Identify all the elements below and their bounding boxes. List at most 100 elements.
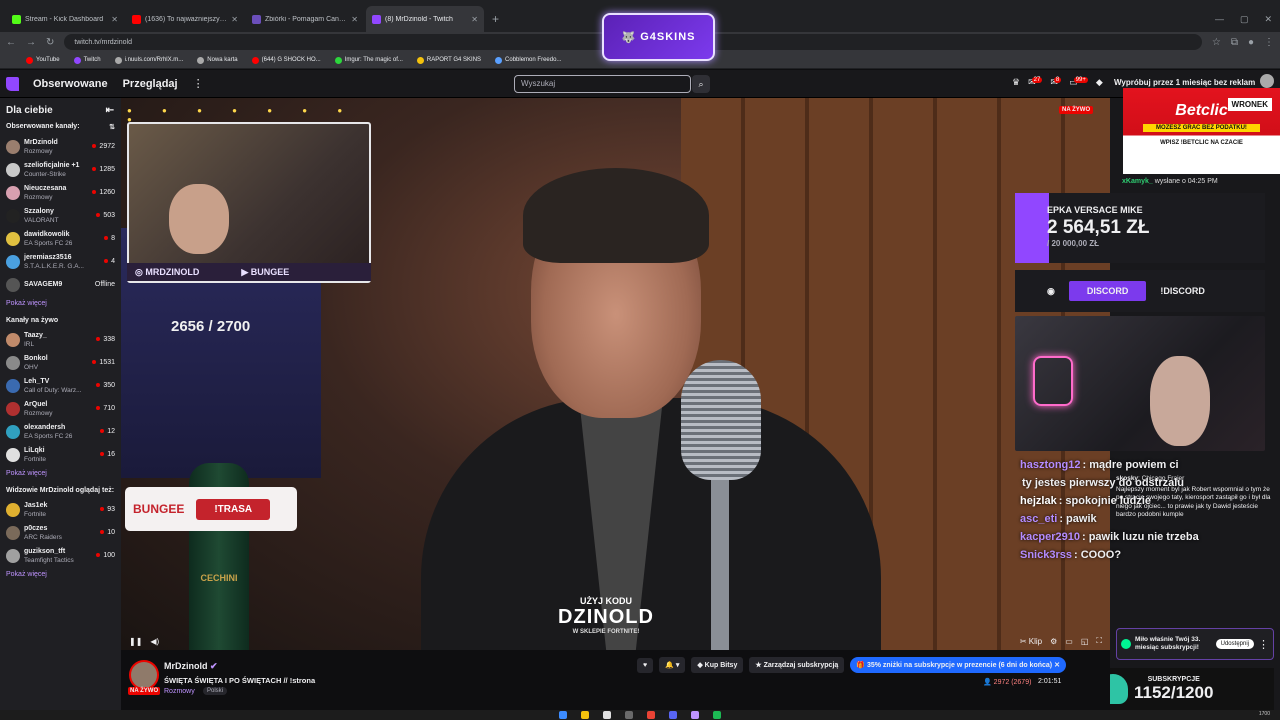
more-icon[interactable]: ⋮ <box>193 77 204 90</box>
sort-icon[interactable]: ⇅ <box>109 123 115 131</box>
close-icon[interactable]: ✕ <box>471 15 478 24</box>
browser-tab[interactable]: Zbiórki - Pomagam Cancer Figh✕ <box>246 6 364 32</box>
star-icon[interactable]: ☆ <box>1212 37 1221 48</box>
show-more-link[interactable]: Pokaż więcej <box>0 567 121 584</box>
show-more-link[interactable]: Pokaż więcej <box>0 466 121 483</box>
buy-bits-button[interactable]: ◆ Kup Bitsy <box>691 657 744 673</box>
forward-icon[interactable]: → <box>26 37 36 48</box>
browser-tab-active[interactable]: (8) MrDzinold - Twitch ✕ <box>366 6 484 32</box>
windows-icon[interactable] <box>559 711 567 719</box>
sidebar-channel[interactable]: p0czes ARC Raiders 10 <box>0 521 121 544</box>
pause-icon[interactable]: ❚❚ <box>129 637 142 646</box>
g4skins-logo: 🐺 G4SKINS <box>602 13 715 61</box>
sidebar-channel[interactable]: LiLqki Fortnite 16 <box>0 443 121 466</box>
chrome-icon[interactable] <box>647 711 655 719</box>
search-icon[interactable]: ⌕ <box>692 75 710 93</box>
pip-icon[interactable]: ◱ <box>1081 637 1089 646</box>
nav-browse[interactable]: Przeglądaj <box>123 78 178 90</box>
spotify-icon[interactable] <box>713 711 721 719</box>
notifications-icon[interactable]: ✉27 <box>1028 77 1043 88</box>
bookmark[interactable]: YouTube <box>26 56 60 64</box>
sidebar-channel[interactable]: Nieuczesana Rozmowy 1260 <box>0 181 121 204</box>
close-icon[interactable]: ✕ <box>231 15 238 24</box>
back-icon[interactable]: ← <box>6 37 16 48</box>
sidebar-channel[interactable]: jeremiasz3516 S.T.A.L.K.E.R. G.A... 4 <box>0 250 121 273</box>
close-window-icon[interactable]: ✕ <box>1264 14 1272 25</box>
volume-icon[interactable]: ◀) <box>150 637 159 646</box>
settings-icon[interactable]: ⚙ <box>1050 637 1057 646</box>
channel-name[interactable]: MrDzinold ✔ <box>164 661 218 672</box>
browser-tab[interactable]: (1636) To najważniejszy film w ✕ <box>126 6 244 32</box>
whispers-icon[interactable]: ✉8 <box>1050 77 1062 88</box>
search-input[interactable]: Wyszukaj <box>514 75 691 93</box>
show-more-link[interactable]: Pokaż więcej <box>0 296 121 313</box>
stream-category[interactable]: Rozmowy <box>164 688 195 695</box>
extensions-icon[interactable]: ⧉ <box>1231 37 1238 48</box>
bookmark[interactable]: (644) G SHOCK HO... <box>251 56 321 64</box>
close-icon[interactable]: ✕ <box>351 15 358 24</box>
new-tab-button[interactable]: + <box>492 12 499 26</box>
viewer-count: 350 <box>96 382 115 389</box>
bookmark[interactable]: i.nuuls.com/RrhlX.m... <box>114 56 183 64</box>
globe-icon <box>197 56 205 64</box>
sidebar-channel[interactable]: Jas1ek Fortnite 93 <box>0 498 121 521</box>
reload-icon[interactable]: ↻ <box>46 37 54 48</box>
bottle-label: CECHINI <box>200 573 238 583</box>
app-icon[interactable] <box>603 711 611 719</box>
stream-tag[interactable]: Polski <box>203 687 228 695</box>
browser-tab[interactable]: Stream - Kick Dashboard ✕ <box>6 6 124 32</box>
channel-avatar <box>6 332 20 347</box>
sidebar-channel[interactable]: Leh_TV Call of Duty: Warz... 350 <box>0 374 121 397</box>
sidebar-channel[interactable]: Szzalony VALORANT 503 <box>0 204 121 227</box>
betclic-ad[interactable]: Betclic WRONEK MOZESZ GRAC BEZ PODATKU! … <box>1123 88 1280 174</box>
bookmark[interactable]: RAPORT G4 SKINS <box>416 56 481 64</box>
imgur-icon <box>334 56 342 64</box>
maximize-icon[interactable]: ▢ <box>1240 14 1249 25</box>
close-icon[interactable]: ✕ <box>111 15 118 24</box>
sidebar-channel[interactable]: olexandersh EA Sports FC 26 12 <box>0 420 121 443</box>
app-icon[interactable] <box>625 711 633 719</box>
video-player[interactable]: CECHINI ● ● ● ● ● ● ● ● ◎ MRDZINOLD ▶ BU… <box>121 98 1110 650</box>
channel-avatar <box>6 378 20 393</box>
viewer-count: 100 <box>96 552 115 559</box>
bookmark[interactable]: Cobblemon Freedo... <box>495 56 561 64</box>
menu-icon[interactable]: ⋮ <box>1264 37 1274 48</box>
social-handle: ▶ BUNGEE <box>241 266 290 277</box>
chat-user: asc_eti <box>1020 513 1058 525</box>
bits-icon[interactable]: ◆ <box>1096 77 1103 88</box>
explorer-icon[interactable] <box>581 711 589 719</box>
sidebar-channel[interactable]: MrDzinold Rozmowy 2972 <box>0 135 121 158</box>
twitch-logo-icon[interactable] <box>6 76 19 91</box>
bookmark[interactable]: Imgur: The magic of... <box>334 56 403 64</box>
channel-avatar[interactable] <box>129 660 159 690</box>
sidebar-channel[interactable]: szelioficjalnie +1 Counter-Strike 1285 <box>0 158 121 181</box>
collapse-icon[interactable]: ⇤ <box>106 105 114 116</box>
profile-icon[interactable]: ● <box>1248 37 1254 48</box>
sidebar-channel[interactable]: dawidkowolik EA Sports FC 26 8 <box>0 227 121 250</box>
user-avatar[interactable] <box>1260 74 1274 88</box>
channel-name: Jas1ek <box>24 501 48 509</box>
crown-icon[interactable]: ♛ <box>1012 77 1020 88</box>
sidebar-channel[interactable]: Taazy_ IRL 338 <box>0 328 121 351</box>
nav-following[interactable]: Obserwowane <box>33 78 108 90</box>
sidebar-channel[interactable]: SAVAGEM9 Offline <box>0 273 121 296</box>
share-button[interactable]: Udostępnij <box>1215 639 1254 649</box>
sidebar-channel[interactable]: Bonkol OHV 1531 <box>0 351 121 374</box>
app-icon[interactable] <box>691 711 699 719</box>
gift-promo-button[interactable]: 🎁 35% zniżki na subskrypcje w prezencie … <box>850 657 1066 673</box>
bookmark[interactable]: Nowa karta <box>197 56 238 64</box>
manage-sub-button[interactable]: ★ Zarządzaj subskrypcją <box>749 657 845 673</box>
try-turbo-button[interactable]: Wypróbuj przez 1 miesiąc bez reklam <box>1114 78 1255 87</box>
theatre-icon[interactable]: ▭ <box>1065 637 1073 646</box>
notifications-button[interactable]: 🔔 ▾ <box>659 657 686 673</box>
minimize-icon[interactable]: — <box>1215 14 1224 25</box>
sidebar-channel[interactable]: ArQuel Rozmowy 710 <box>0 397 121 420</box>
sidebar-channel[interactable]: guzikson_tft Teamfight Tactics 100 <box>0 544 121 567</box>
follow-heart-button[interactable]: ♥ <box>637 657 654 673</box>
inbox-icon[interactable]: ▭99+ <box>1069 77 1088 88</box>
fullscreen-icon[interactable]: ⛶ <box>1096 636 1102 646</box>
clip-button[interactable]: ✂ Klip <box>1020 637 1042 646</box>
bookmark[interactable]: Twitch <box>73 56 101 64</box>
more-icon[interactable]: ⋮ <box>1258 638 1269 651</box>
discord-icon[interactable] <box>669 711 677 719</box>
